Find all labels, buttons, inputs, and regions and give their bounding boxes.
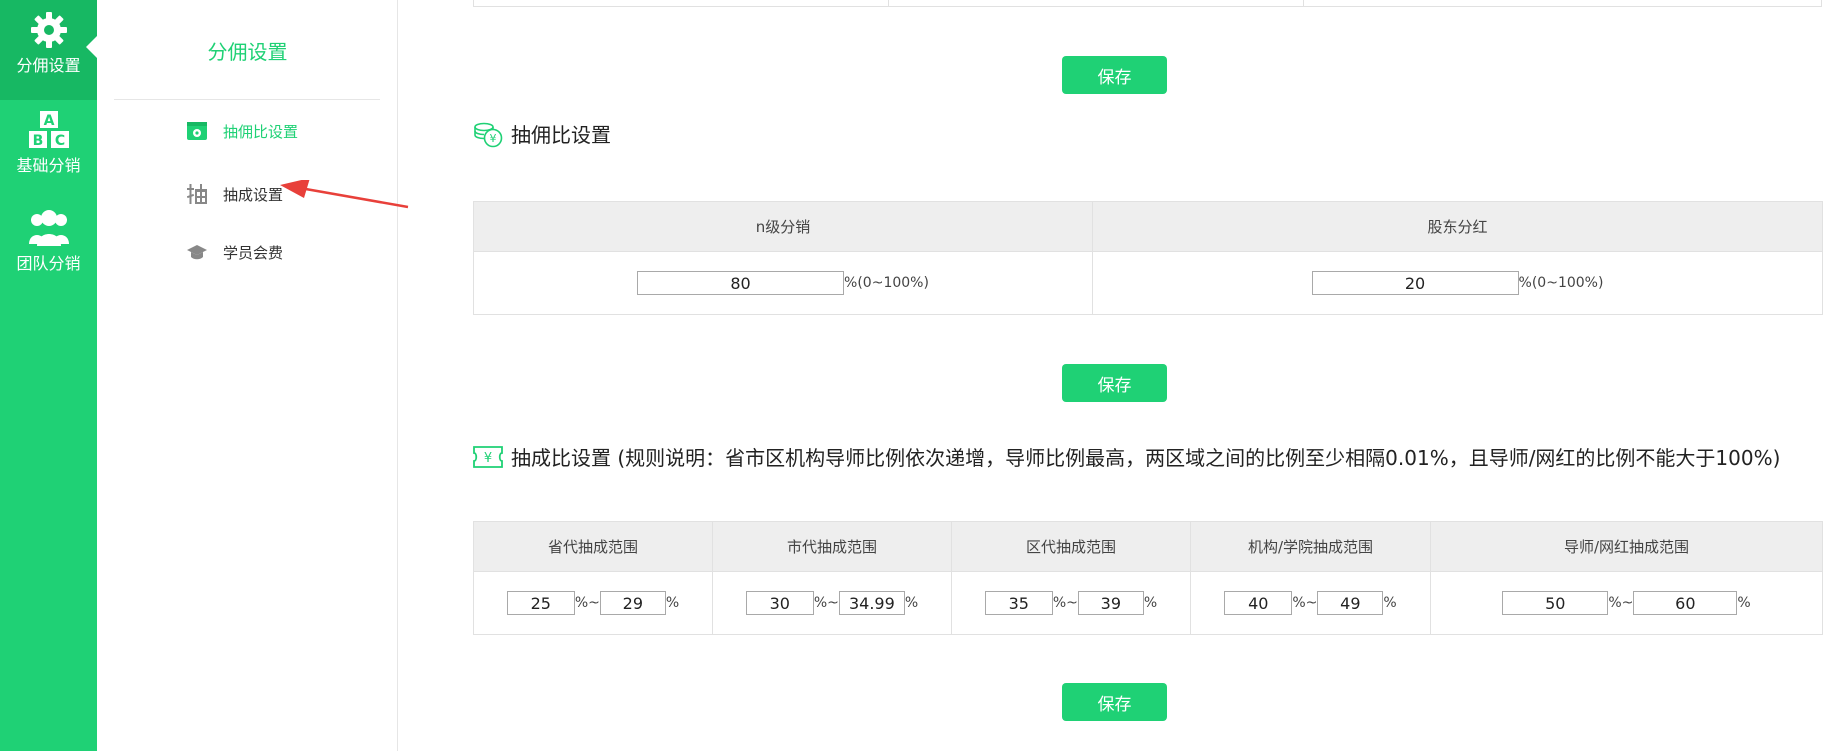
- sidebar-item-label: 学员会费: [223, 243, 284, 262]
- range-separator: %~: [574, 595, 600, 611]
- city-min-input[interactable]: [745, 591, 814, 615]
- rail-item-commission-settings[interactable]: 分佣设置: [0, 10, 97, 76]
- range-hint: %(0~100%): [844, 275, 929, 291]
- column-header: 机构/学院抽成范围: [1190, 521, 1431, 572]
- percent-sign: %: [904, 595, 919, 611]
- column-header: n级分销: [473, 201, 1093, 252]
- section-title-commission: ¥ 抽佣比设置: [473, 119, 611, 148]
- sidebar-item-split-settings[interactable]: 抽成设置: [187, 182, 283, 206]
- column-header: 省代抽成范围: [473, 521, 713, 572]
- rail-item-label: 分佣设置: [16, 56, 81, 75]
- yen-ticket-icon: ¥: [473, 445, 503, 469]
- province-min-input[interactable]: [506, 591, 575, 615]
- table-cell: %~%: [1430, 571, 1823, 635]
- tutor-min-input[interactable]: [1502, 591, 1609, 615]
- main-content: 保存 ¥ 抽佣比设置 n级分销 股东分红 %(0~100%): [473, 0, 1826, 751]
- shareholder-ratio-input[interactable]: [1311, 271, 1519, 295]
- district-min-input[interactable]: [984, 591, 1053, 615]
- svg-text:¥: ¥: [490, 132, 497, 145]
- column-header: 股东分红: [1092, 201, 1823, 252]
- rail-item-team-distribution[interactable]: 团队分销: [0, 208, 97, 274]
- institution-min-input[interactable]: [1224, 591, 1293, 615]
- tutor-max-input[interactable]: [1633, 591, 1738, 615]
- range-separator: %~: [1052, 595, 1078, 611]
- abc-blocks-icon: A B C: [28, 111, 69, 149]
- rail-item-label: 基础分销: [16, 156, 81, 175]
- district-max-input[interactable]: [1077, 591, 1144, 615]
- commission-table: n级分销 股东分红 %(0~100%) %(0~100%): [473, 201, 1823, 315]
- city-max-input[interactable]: [838, 591, 905, 615]
- previous-table-edge: [473, 0, 1822, 7]
- table-cell: %(0~100%): [1092, 251, 1823, 315]
- sidebar-title: 分佣设置: [207, 40, 288, 64]
- save-button-split[interactable]: 保存: [1062, 683, 1167, 721]
- svg-text:B: B: [32, 133, 43, 149]
- institution-max-input[interactable]: [1317, 591, 1384, 615]
- province-max-input[interactable]: [599, 591, 666, 615]
- chou-character-icon: [187, 184, 207, 204]
- settings-box-icon: [187, 121, 207, 141]
- table-cell: %~%: [1190, 571, 1431, 635]
- svg-text:A: A: [43, 113, 54, 129]
- save-button-top[interactable]: 保存: [1062, 56, 1167, 94]
- column-header: 市代抽成范围: [712, 521, 952, 572]
- sidebar-item-label: 抽成设置: [223, 185, 284, 204]
- range-separator: %~: [1608, 595, 1634, 611]
- save-button-commission[interactable]: 保存: [1062, 364, 1167, 402]
- rail-item-label: 团队分销: [16, 254, 81, 273]
- n-level-ratio-input[interactable]: [637, 271, 845, 295]
- sidebar-item-label: 抽佣比设置: [223, 122, 299, 141]
- percent-sign: %: [1383, 595, 1397, 611]
- column-header: 导师/网红抽成范围: [1430, 521, 1823, 572]
- range-separator: %~: [813, 595, 839, 611]
- sub-sidebar: 分佣设置 抽佣比设置 抽成设置 学员会费: [97, 0, 398, 751]
- column-header: 区代抽成范围: [951, 521, 1191, 572]
- percent-sign: %: [665, 595, 680, 611]
- range-hint: %(0~100%): [1518, 275, 1604, 291]
- graduation-cap-icon: [187, 242, 207, 262]
- annotation-arrow-icon: [280, 180, 409, 209]
- sidebar-item-student-fees[interactable]: 学员会费: [187, 240, 283, 264]
- rail-item-basic-distribution[interactable]: A B C 基础分销: [0, 110, 97, 176]
- range-separator: %~: [1292, 595, 1318, 611]
- svg-text:¥: ¥: [484, 451, 492, 466]
- percent-sign: %: [1737, 595, 1751, 611]
- main-nav-rail: 分佣设置 A B C 基础分销 团队分销: [0, 0, 97, 751]
- coins-icon: ¥: [473, 120, 503, 148]
- percent-sign: %: [1143, 595, 1158, 611]
- table-cell: %(0~100%): [473, 251, 1093, 315]
- section-title-split: ¥ 抽成比设置 (规则说明：省市区机构导师比例依次递增，导师比例最高，两区域之间…: [473, 442, 1780, 471]
- table-cell: %~%: [473, 571, 713, 635]
- divider: [114, 99, 380, 100]
- split-range-table: 省代抽成范围 市代抽成范围 区代抽成范围 机构/学院抽成范围 导师/网红抽成范围…: [473, 521, 1823, 635]
- table-cell: %~%: [712, 571, 952, 635]
- team-icon: [28, 210, 69, 246]
- sidebar-item-commission-ratio[interactable]: 抽佣比设置: [187, 119, 298, 143]
- table-cell: %~%: [951, 571, 1191, 635]
- svg-text:C: C: [54, 133, 64, 149]
- gear-icon: [30, 12, 67, 48]
- section-title-text: 抽佣比设置: [511, 123, 611, 147]
- section-title-text: 抽成比设置 (规则说明：省市区机构导师比例依次递增，导师比例最高，两区域之间的比…: [511, 446, 1781, 470]
